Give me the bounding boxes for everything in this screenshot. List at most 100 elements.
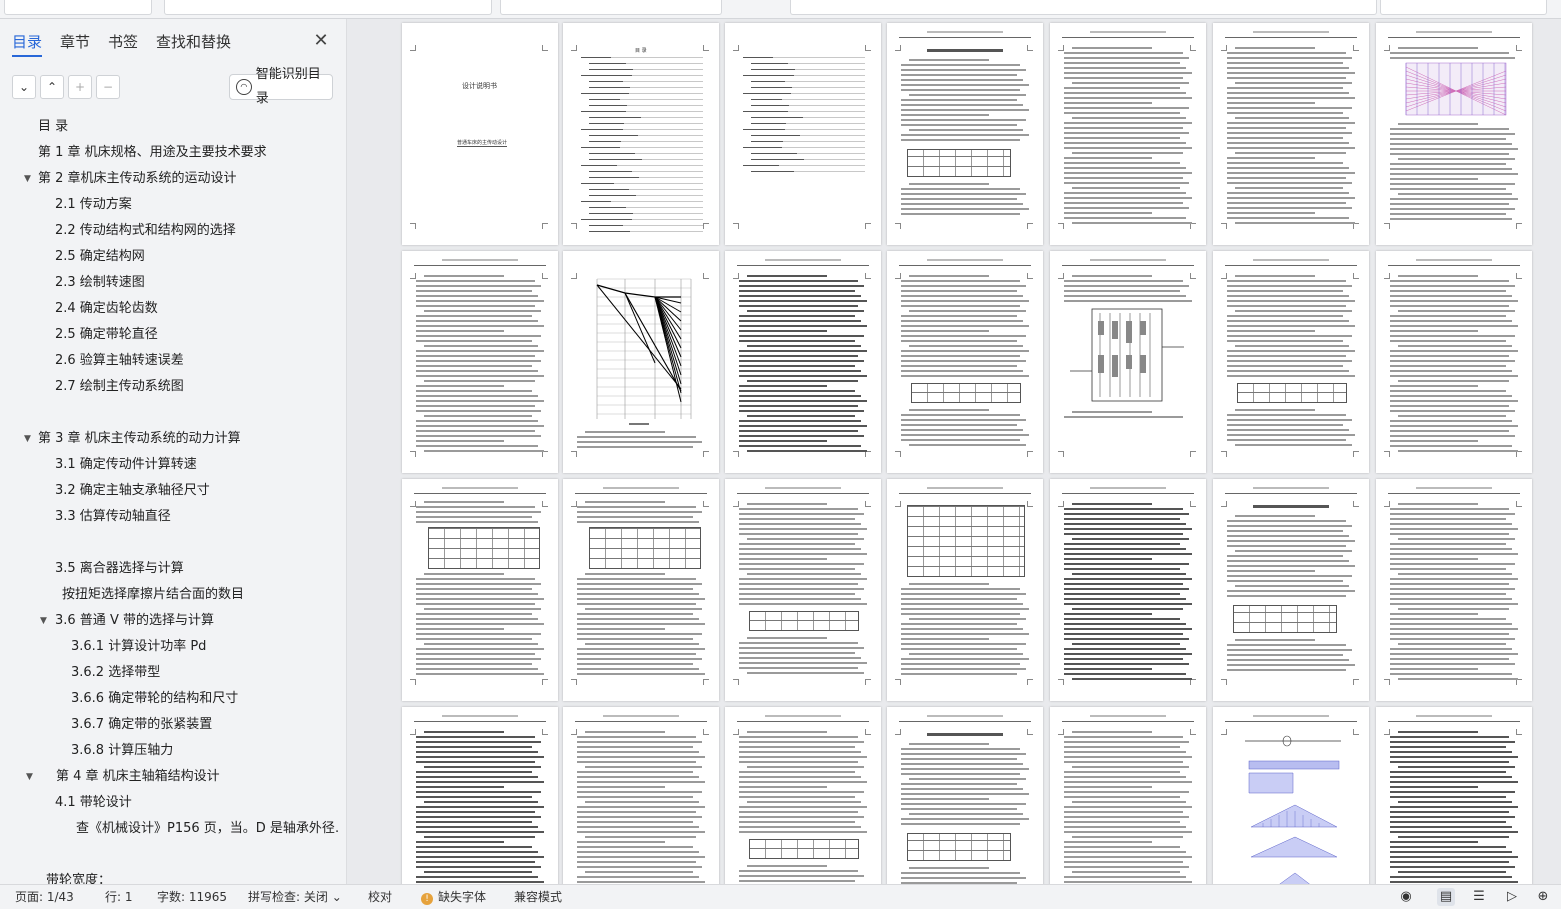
smart-toc-button[interactable]: ◠ 智能识别目录 xyxy=(229,67,333,106)
status-spell-check[interactable]: 拼写检查: 关闭 ⌄ xyxy=(248,885,342,909)
chevron-up-icon[interactable]: ⌃ xyxy=(40,75,64,99)
text-line xyxy=(901,424,1017,426)
toc-item[interactable]: ▼ 第 2 章机床主传动系统的运动设计 xyxy=(0,167,340,191)
toc-item[interactable] xyxy=(0,401,340,425)
toc-item[interactable]: 查《机械设计》P156 页，当。D 是轴承外径… xyxy=(0,817,340,841)
toc-item[interactable]: 4.1 带轮设计 xyxy=(0,791,340,815)
toc-item[interactable]: ▼ 第 4 章 机床主轴箱结构设计 xyxy=(0,765,340,789)
page-thumbnail[interactable] xyxy=(1376,251,1532,473)
toc-item[interactable]: 2.3 绘制转速图 xyxy=(0,271,340,295)
text-line xyxy=(577,588,693,590)
page-thumbnail[interactable] xyxy=(1213,251,1369,473)
page-thumbnail[interactable] xyxy=(1050,707,1206,884)
toc-item[interactable]: 3.6.2 选择带型 xyxy=(0,661,340,685)
status-word-count[interactable]: 字数: 11965 xyxy=(157,885,227,909)
expand-triangle-icon[interactable]: ▼ xyxy=(24,167,36,191)
tab-find-replace[interactable]: 查找和替换 xyxy=(156,31,231,57)
close-icon[interactable]: ✕ xyxy=(312,31,330,51)
toc-item[interactable] xyxy=(0,843,340,867)
toolbar-search-field[interactable] xyxy=(790,0,1377,15)
toc-item[interactable]: 带轮宽度： xyxy=(0,869,340,885)
page-thumbnail[interactable] xyxy=(1213,479,1369,701)
page-thumbnail[interactable] xyxy=(402,479,558,701)
page-thumbnail[interactable] xyxy=(725,707,881,884)
page-thumbnail[interactable] xyxy=(725,23,881,245)
outline-view-icon[interactable]: ☰ xyxy=(1470,888,1488,906)
toc-item[interactable]: 3.2 确定主轴支承轴径尺寸 xyxy=(0,479,340,503)
play-icon[interactable]: ▷ xyxy=(1503,888,1521,906)
status-missing-font[interactable]: ! 缺失字体 xyxy=(421,885,486,909)
toolbar-field-left[interactable] xyxy=(4,0,152,15)
page-thumbnail[interactable] xyxy=(725,479,881,701)
toc-item[interactable]: 2.4 确定齿轮齿数 xyxy=(0,297,340,321)
page-thumbnail[interactable] xyxy=(1050,23,1206,245)
text-line xyxy=(1064,217,1186,219)
toc-item[interactable] xyxy=(0,531,340,555)
toc-item[interactable]: ▼ 3.6 普通 V 带的选择与计算 xyxy=(0,609,340,633)
status-bar: 页面: 1/43 行: 1 字数: 11965 拼写检查: 关闭 ⌄ 校对 ! 缺… xyxy=(0,884,1561,909)
toolbar-field-far-right[interactable] xyxy=(1380,0,1547,15)
minus-icon[interactable]: − xyxy=(96,75,120,99)
toc-item[interactable]: 3.6.8 计算压轴力 xyxy=(0,739,340,763)
eye-icon[interactable]: ◉ xyxy=(1397,888,1415,906)
page-thumbnail[interactable] xyxy=(1376,707,1532,884)
page-thumbnail[interactable]: 目 录 xyxy=(563,23,719,245)
plus-icon[interactable]: + xyxy=(68,75,92,99)
toc-item[interactable]: 2.6 验算主轴转速误差 xyxy=(0,349,340,373)
page-thumbnail[interactable] xyxy=(1050,251,1206,473)
page-view-icon[interactable]: ▤ xyxy=(1437,888,1455,906)
page-thumbnail[interactable] xyxy=(887,707,1043,884)
page-thumbnail[interactable] xyxy=(1376,23,1532,245)
toolbar-field-right[interactable] xyxy=(500,0,722,15)
text-line xyxy=(1064,598,1186,600)
toc-item[interactable]: 3.1 确定传动件计算转速 xyxy=(0,453,340,477)
toc-item[interactable]: 2.1 传动方案 xyxy=(0,193,340,217)
page-thumbnail[interactable] xyxy=(563,707,719,884)
toc-item[interactable]: 3.6.7 确定带的张紧装置 xyxy=(0,713,340,737)
page-thumbnail[interactable]: 设计说明书 普通车床的主传动设计 xyxy=(402,23,558,245)
expand-triangle-icon[interactable]: ▼ xyxy=(40,609,52,633)
toc-item[interactable]: 第 1 章 机床规格、用途及主要技术要求 xyxy=(0,141,340,165)
page-thumbnail[interactable] xyxy=(1376,479,1532,701)
chevron-down-icon[interactable]: ⌄ xyxy=(12,75,36,99)
toolbar-field-middle[interactable] xyxy=(164,0,492,15)
status-proofread[interactable]: 校对 xyxy=(368,885,392,909)
toc-item[interactable]: 3.6.1 计算设计功率 Pd xyxy=(0,635,340,659)
toc-item[interactable]: 3.3 估算传动轴直径 xyxy=(0,505,340,529)
page-thumbnail[interactable] xyxy=(1213,707,1369,884)
tab-chapters[interactable]: 章节 xyxy=(60,31,90,57)
page-thumbnail[interactable] xyxy=(402,251,558,473)
page-thumbnail[interactable] xyxy=(402,707,558,884)
text-line xyxy=(739,598,861,600)
toc-item[interactable]: 2.5 确定结构网 xyxy=(0,245,340,269)
toc-item[interactable]: 2.5 确定带轮直径 xyxy=(0,323,340,347)
text-line xyxy=(1064,62,1180,64)
toc-item[interactable]: 2.7 绘制主传动系统图 xyxy=(0,375,340,399)
page-thumbnail[interactable] xyxy=(563,251,719,473)
expand-triangle-icon[interactable]: ▼ xyxy=(24,427,36,451)
tab-toc[interactable]: 目录 xyxy=(12,31,43,57)
toc-item[interactable]: 3.5 离合器选择与计算 xyxy=(0,557,340,581)
status-page[interactable]: 页面: 1/43 xyxy=(15,885,74,909)
globe-icon[interactable]: ⊕ xyxy=(1534,888,1552,906)
page-thumbnail[interactable] xyxy=(563,479,719,701)
page-corner-mark xyxy=(733,679,739,685)
tab-bookmarks[interactable]: 书签 xyxy=(108,31,138,57)
toc-item[interactable]: 3.6.6 确定带轮的结构和尺寸 xyxy=(0,687,340,711)
text-line xyxy=(1390,320,1512,322)
page-thumbnail[interactable] xyxy=(887,251,1043,473)
page-thumbnail[interactable] xyxy=(1050,479,1206,701)
page-thumbnail[interactable] xyxy=(887,23,1043,245)
page-thumbnail[interactable] xyxy=(887,479,1043,701)
toc-item[interactable]: 按扭矩选择摩擦片结合面的数目 xyxy=(0,583,340,607)
text-line xyxy=(577,593,699,595)
expand-triangle-icon[interactable]: ▼ xyxy=(26,765,38,789)
page-thumbnail[interactable] xyxy=(1213,23,1369,245)
text-line xyxy=(1398,643,1506,645)
toc-item[interactable]: ▼ 第 3 章 机床主传动系统的动力计算 xyxy=(0,427,340,451)
text-line xyxy=(1390,335,1515,337)
text-line xyxy=(739,300,867,302)
page-thumbnail[interactable] xyxy=(725,251,881,473)
toc-item[interactable]: 2.2 传动结构式和结构网的选择 xyxy=(0,219,340,243)
toc-item[interactable]: 目 录 xyxy=(0,115,340,139)
